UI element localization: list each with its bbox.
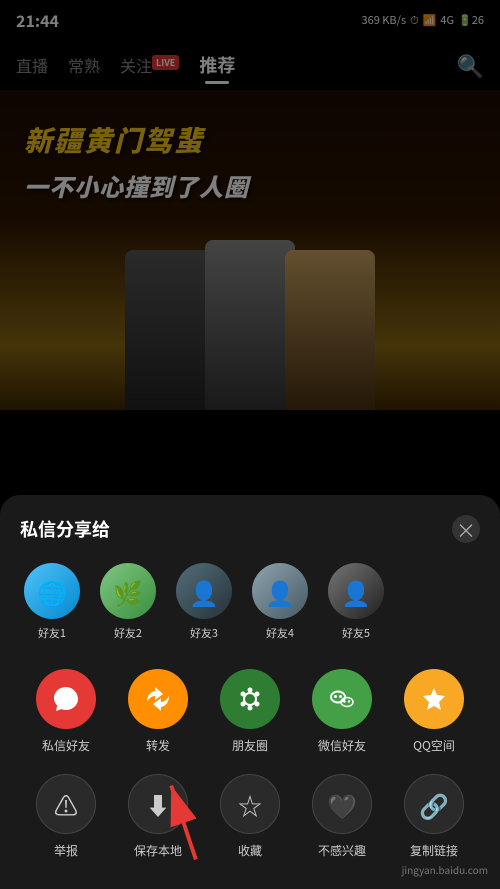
action-wechat[interactable]: 微信好友: [306, 669, 378, 754]
action-moments[interactable]: 朋友圈: [214, 669, 286, 754]
friend-avatar-5: 👤: [328, 563, 384, 619]
report-icon: ⚠: [36, 774, 96, 834]
action-save[interactable]: ⬇ 保存本地: [122, 774, 194, 859]
action-copy-link[interactable]: 🔗 复制链接: [398, 774, 470, 859]
friend-avatar-3: 👤: [176, 563, 232, 619]
save-label: 保存本地: [134, 842, 182, 859]
not-interested-icon: 🖤: [312, 774, 372, 834]
friend-avatar-1: 🌐: [24, 563, 80, 619]
overlay[interactable]: 私信分享给 × 🌐 好友1 🌿 好友2 👤 好友3 👤 好友4 👤: [0, 0, 500, 889]
more-actions-row: ⚠ 举报 ⬇ 保存本地 ☆ 收藏 🖤 不感兴趣 🔗 复制链接: [20, 774, 480, 859]
action-not-interested[interactable]: 🖤 不感兴趣: [306, 774, 378, 859]
friend-item-4[interactable]: 👤 好友4: [248, 563, 312, 641]
sheet-title: 私信分享给: [20, 516, 110, 542]
moments-label: 朋友圈: [232, 737, 268, 754]
private-msg-icon: [36, 669, 96, 729]
friend-item-3[interactable]: 👤 好友3: [172, 563, 236, 641]
moments-icon: [220, 669, 280, 729]
watermark: jingyan.baidu.com: [402, 862, 488, 877]
friend-item-1[interactable]: 🌐 好友1: [20, 563, 84, 641]
copy-link-icon: 🔗: [404, 774, 464, 834]
friend-name-4: 好友4: [266, 625, 294, 641]
friend-name-3: 好友3: [190, 625, 218, 641]
friend-avatar-2: 🌿: [100, 563, 156, 619]
friend-item-5[interactable]: 👤 好友5: [324, 563, 388, 641]
friend-name-1: 好友1: [38, 625, 66, 641]
wechat-label: 微信好友: [318, 737, 366, 754]
action-forward[interactable]: 转发: [122, 669, 194, 754]
action-private-msg[interactable]: 私信好友: [30, 669, 102, 754]
copy-link-label: 复制链接: [410, 842, 458, 859]
qq-zone-label: QQ空间: [413, 737, 455, 754]
action-collect[interactable]: ☆ 收藏: [214, 774, 286, 859]
forward-icon: [128, 669, 188, 729]
close-button[interactable]: ×: [452, 515, 480, 543]
friend-avatar-4: 👤: [252, 563, 308, 619]
collect-label: 收藏: [238, 842, 262, 859]
bottom-sheet: 私信分享给 × 🌐 好友1 🌿 好友2 👤 好友3 👤 好友4 👤: [0, 495, 500, 889]
sheet-header: 私信分享给 ×: [20, 515, 480, 543]
share-actions-row: 私信好友 转发: [20, 669, 480, 754]
collect-icon: ☆: [220, 774, 280, 834]
action-report[interactable]: ⚠ 举报: [30, 774, 102, 859]
friends-row: 🌐 好友1 🌿 好友2 👤 好友3 👤 好友4 👤 好友5: [20, 563, 480, 645]
private-msg-label: 私信好友: [42, 737, 90, 754]
not-interested-label: 不感兴趣: [318, 842, 366, 859]
forward-label: 转发: [146, 737, 170, 754]
friend-name-2: 好友2: [114, 625, 142, 641]
report-label: 举报: [54, 842, 78, 859]
friend-name-5: 好友5: [342, 625, 370, 641]
wechat-icon: [312, 669, 372, 729]
action-qq-zone[interactable]: QQ空间: [398, 669, 470, 754]
save-icon: ⬇: [128, 774, 188, 834]
friend-item-2[interactable]: 🌿 好友2: [96, 563, 160, 641]
qq-zone-icon: [404, 669, 464, 729]
